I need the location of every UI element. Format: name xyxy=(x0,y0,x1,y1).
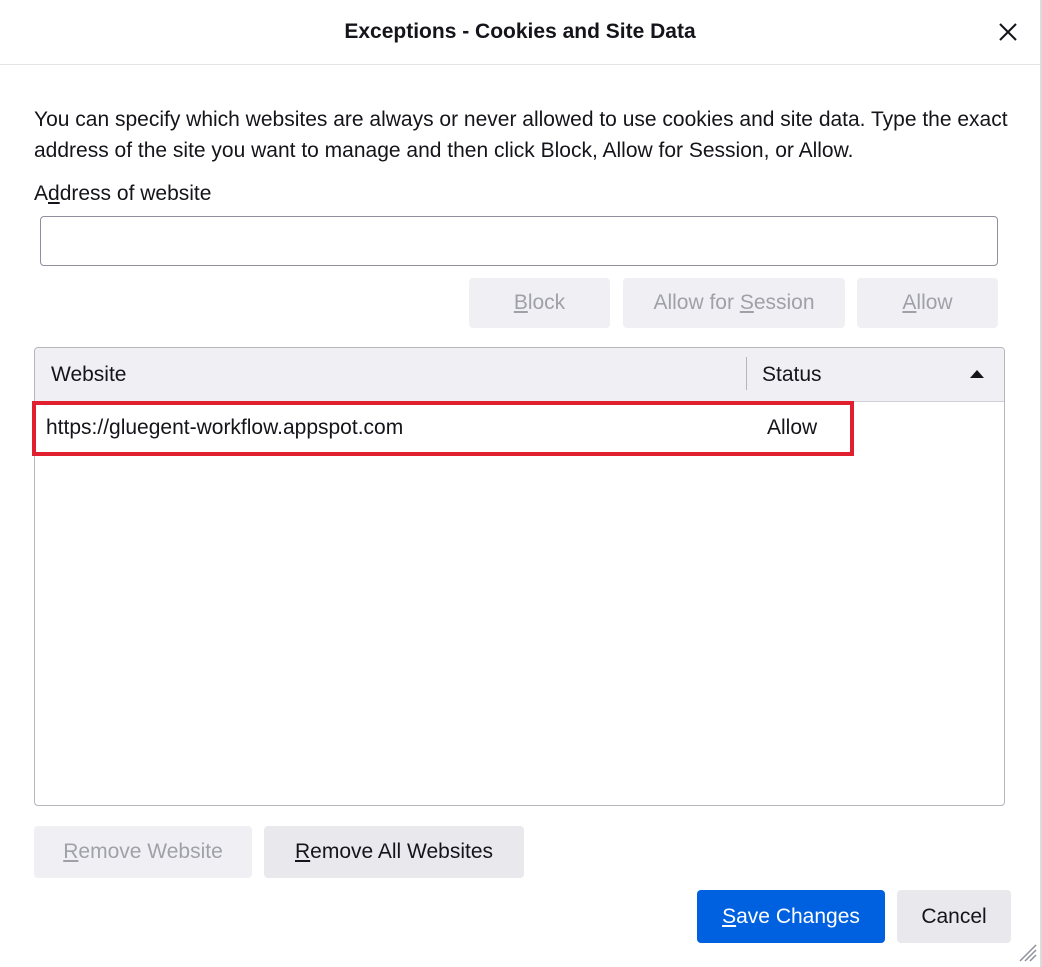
column-header-website[interactable]: Website xyxy=(51,363,126,387)
cell-website: https://gluegent-workflow.appspot.com xyxy=(46,416,404,439)
column-separator[interactable] xyxy=(746,357,747,390)
remove-website-button[interactable]: Remove Website xyxy=(34,826,252,878)
close-icon xyxy=(999,23,1017,41)
exceptions-dialog: Exceptions - Cookies and Site Data You c… xyxy=(0,0,1042,967)
dialog-titlebar: Exceptions - Cookies and Site Data xyxy=(0,0,1040,65)
allow-for-session-button[interactable]: Allow for Session xyxy=(623,278,845,328)
dialog-title: Exceptions - Cookies and Site Data xyxy=(344,20,696,43)
exceptions-table[interactable]: Website Status https://gluegent-workflow… xyxy=(34,347,1005,806)
block-button[interactable]: Block xyxy=(469,278,610,328)
cell-status: Allow xyxy=(767,416,818,439)
address-label: Address of website xyxy=(34,182,212,205)
intro-text: You can specify which websites are alway… xyxy=(34,108,1008,162)
table-row[interactable]: https://gluegent-workflow.appspot.com Al… xyxy=(35,402,1004,454)
save-changes-button[interactable]: Save Changes xyxy=(697,890,885,943)
allow-button[interactable]: Allow xyxy=(857,278,998,328)
address-input[interactable] xyxy=(40,216,998,266)
table-header: Website Status xyxy=(35,348,1004,402)
column-header-status[interactable]: Status xyxy=(762,363,822,387)
sort-ascending-icon[interactable] xyxy=(970,370,984,378)
resize-grip-icon[interactable] xyxy=(1016,941,1038,963)
remove-all-websites-button[interactable]: Remove All Websites xyxy=(264,826,524,878)
close-button[interactable] xyxy=(990,14,1026,50)
cancel-button[interactable]: Cancel xyxy=(897,890,1011,943)
